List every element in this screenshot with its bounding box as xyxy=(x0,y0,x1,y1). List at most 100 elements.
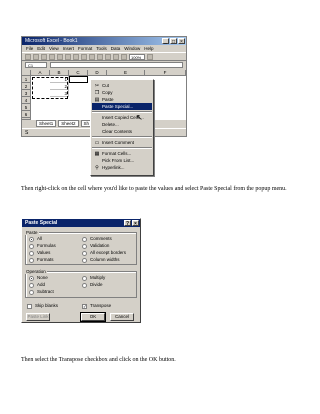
column-header-a[interactable]: A xyxy=(31,70,50,76)
menu-item-paste[interactable]: ▤ Paste xyxy=(92,96,152,103)
menu-item-cut[interactable]: ✂ Cut xyxy=(92,82,152,89)
open-icon[interactable] xyxy=(33,53,39,60)
option-label: Validation xyxy=(90,243,110,248)
menu-view[interactable]: View xyxy=(49,45,59,52)
zoom-select[interactable]: 100% xyxy=(129,53,145,60)
menu-item-clear-contents[interactable]: Clear Contents xyxy=(92,128,152,135)
menu-insert[interactable]: Insert xyxy=(63,45,74,52)
hyperlink-icon: ⚲ xyxy=(95,164,99,171)
column-header-d[interactable]: D xyxy=(88,70,107,76)
sum-icon[interactable] xyxy=(105,53,111,60)
menu-item-insert-copied-cells[interactable]: Insert Copied Cells... xyxy=(92,114,152,121)
dialog-help-icon[interactable]: ? xyxy=(124,220,131,227)
option-label: Add xyxy=(37,282,46,287)
blank-icon xyxy=(94,122,100,128)
name-box[interactable]: C1 xyxy=(25,62,47,68)
option-label: Subtract xyxy=(37,289,54,294)
help-icon[interactable] xyxy=(147,53,153,60)
paste-all-except-borders-radio[interactable]: All except borders xyxy=(82,250,126,256)
skip-blanks-checkbox[interactable]: Skip blanks xyxy=(27,303,58,309)
cancel-button[interactable]: Cancel xyxy=(110,313,134,321)
column-header-e[interactable]: E xyxy=(107,70,145,76)
ok-button[interactable]: OK xyxy=(80,312,106,322)
dialog-close-icon[interactable]: × xyxy=(132,220,139,227)
print-icon[interactable] xyxy=(49,53,55,60)
menu-separator xyxy=(92,147,152,149)
maximize-icon[interactable]: □ xyxy=(170,38,177,45)
paste-validation-radio[interactable]: Validation xyxy=(82,243,109,249)
menu-file[interactable]: File xyxy=(26,45,33,52)
menu-item-copy[interactable]: ❐ Copy xyxy=(92,89,152,96)
menu-item-label: Paste Special... xyxy=(102,104,134,109)
context-menu: ✂ Cut ❐ Copy ▤ Paste Paste Special... In… xyxy=(90,79,154,176)
copy-icon: ❐ xyxy=(94,89,100,96)
radio-off-icon xyxy=(29,257,34,263)
row-header-3[interactable]: 3 xyxy=(22,90,31,97)
cut-toolbar-icon[interactable] xyxy=(73,53,79,60)
instruction-caption-1: Then right-click on the cell where you'd… xyxy=(21,186,287,192)
paste-formats-radio[interactable]: Formats xyxy=(29,257,54,263)
menu-item-hyperlink[interactable]: ⚲ Hyperlink... xyxy=(92,164,152,171)
menu-item-label: Copy xyxy=(102,90,113,95)
menu-item-label: Hyperlink... xyxy=(102,165,125,170)
paste-all-radio[interactable]: All xyxy=(29,236,42,242)
menu-item-label: Clear Contents xyxy=(102,129,133,134)
option-label: Multiply xyxy=(90,275,106,280)
transpose-checkbox[interactable]: ✓ Transpose xyxy=(82,303,111,309)
row-header-6[interactable]: 6 xyxy=(22,111,31,118)
paste-group-label: Paste xyxy=(25,230,39,235)
active-cell-c1[interactable] xyxy=(69,76,88,83)
operation-add-radio[interactable]: Add xyxy=(29,282,45,288)
menu-window[interactable]: Window xyxy=(124,45,140,52)
chart-wizard-icon[interactable] xyxy=(121,53,127,60)
paste-column-widths-radio[interactable]: Column widths xyxy=(82,257,120,263)
paste-comments-radio[interactable]: Comments xyxy=(82,236,112,242)
row-header-2[interactable]: 2 xyxy=(22,83,31,90)
row-header-5[interactable]: 5 xyxy=(22,104,31,111)
radio-off-icon xyxy=(29,282,34,288)
undo-icon[interactable] xyxy=(97,53,103,60)
menu-data[interactable]: Data xyxy=(111,45,121,52)
paste-link-button[interactable]: Paste Link xyxy=(26,313,50,321)
menu-item-insert-comment[interactable]: ▭ Insert Comment xyxy=(92,139,152,146)
menu-item-label: Delete... xyxy=(102,122,119,127)
option-label: Values xyxy=(37,250,51,255)
menu-tools[interactable]: Tools xyxy=(96,45,107,52)
formula-input[interactable] xyxy=(50,62,183,68)
paste-formulas-radio[interactable]: Formulas xyxy=(29,243,56,249)
operation-none-radio[interactable]: None xyxy=(29,275,48,281)
sheet-tab-1[interactable]: Sheet1 xyxy=(36,120,57,127)
checkbox-off-icon xyxy=(27,303,32,309)
row-header-4[interactable]: 4 xyxy=(22,97,31,104)
minimize-icon[interactable]: _ xyxy=(162,38,169,45)
blank-icon xyxy=(94,129,100,135)
paste-values-radio[interactable]: Values xyxy=(29,250,50,256)
spell-icon[interactable] xyxy=(65,53,71,60)
menu-item-label: Paste xyxy=(102,97,114,102)
column-header-f[interactable]: F xyxy=(145,70,186,76)
preview-icon[interactable] xyxy=(57,53,63,60)
option-label: Transpose xyxy=(90,303,112,308)
operation-subtract-radio[interactable]: Subtract xyxy=(29,289,54,295)
menu-help[interactable]: Help xyxy=(144,45,153,52)
excel-menu-bar: File Edit View Insert Format Tools Data … xyxy=(22,45,186,52)
operation-divide-radio[interactable]: Divide xyxy=(82,282,103,288)
save-icon[interactable] xyxy=(41,53,47,60)
close-icon[interactable]: × xyxy=(178,38,185,45)
paste-toolbar-icon[interactable] xyxy=(89,53,95,60)
radio-off-icon xyxy=(82,257,87,263)
copy-toolbar-icon[interactable] xyxy=(81,53,87,60)
new-icon[interactable] xyxy=(25,53,31,60)
row-header-1[interactable]: 1 xyxy=(22,76,31,83)
menu-item-paste-special[interactable]: Paste Special... xyxy=(92,103,152,110)
menu-edit[interactable]: Edit xyxy=(37,45,45,52)
menu-item-delete[interactable]: Delete... xyxy=(92,121,152,128)
operation-multiply-radio[interactable]: Multiply xyxy=(82,275,105,281)
sheet-tab-2[interactable]: Sheet2 xyxy=(58,120,79,127)
menu-item-label: Cut xyxy=(102,83,110,88)
sort-icon[interactable] xyxy=(113,53,119,60)
menu-item-pick-from-list[interactable]: Pick From List... xyxy=(92,157,152,164)
menu-format[interactable]: Format xyxy=(78,45,92,52)
menu-item-format-cells[interactable]: ▦ Format Cells... xyxy=(92,150,152,157)
radio-off-icon xyxy=(82,236,87,242)
